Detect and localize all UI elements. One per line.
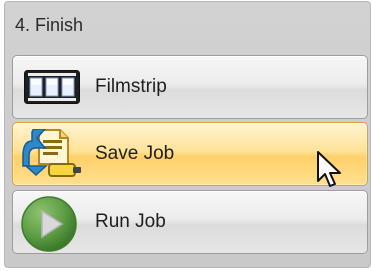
filmstrip-button[interactable]: Filmstrip — [12, 55, 368, 119]
save-job-button[interactable]: Save Job — [12, 122, 368, 186]
run-job-button[interactable]: Run Job — [12, 190, 368, 254]
save-job-label: Save Job — [95, 143, 175, 164]
section-title: 4. Finish — [15, 15, 84, 35]
save-job-icon — [21, 128, 87, 185]
filmstrip-label: Filmstrip — [95, 76, 167, 97]
play-icon — [21, 196, 77, 252]
run-job-label: Run Job — [95, 211, 166, 232]
finish-panel: 4. Finish Filmstrip Save Job Run Job — [4, 1, 371, 268]
filmstrip-icon — [24, 70, 80, 104]
